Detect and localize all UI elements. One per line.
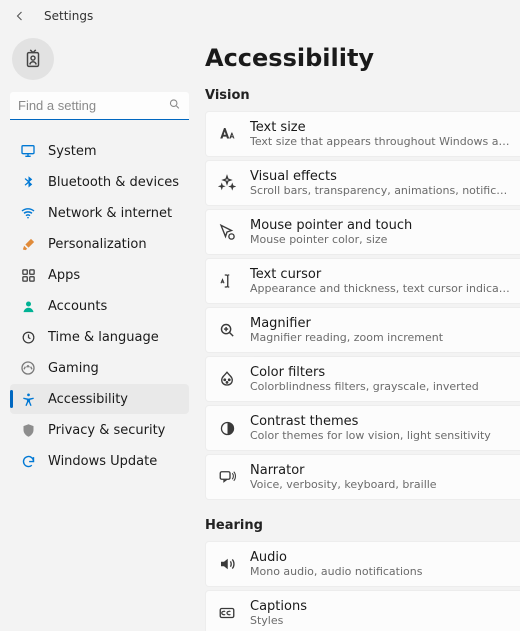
sidebar-item-network[interactable]: Network & internet: [10, 198, 189, 228]
sidebar-item-accounts[interactable]: Accounts: [10, 291, 189, 321]
sidebar-item-label: Accessibility: [48, 392, 128, 407]
section-label-vision: Vision: [205, 88, 520, 103]
visual-effects-icon: [218, 174, 236, 192]
sidebar-item-label: Network & internet: [48, 206, 172, 221]
card-subtitle: Styles: [250, 614, 307, 627]
card-narrator[interactable]: Narrator Voice, verbosity, keyboard, bra…: [205, 454, 520, 500]
card-title: Contrast themes: [250, 414, 491, 430]
search-box[interactable]: [10, 92, 189, 120]
narrator-icon: [218, 468, 236, 486]
mouse-pointer-icon: [218, 223, 236, 241]
card-visual-effects[interactable]: Visual effects Scroll bars, transparency…: [205, 160, 520, 206]
card-title: Color filters: [250, 365, 479, 381]
window-title: Settings: [44, 9, 93, 23]
sidebar-item-privacy[interactable]: Privacy & security: [10, 415, 189, 445]
titlebar: Settings: [0, 0, 520, 32]
card-subtitle: Magnifier reading, zoom increment: [250, 331, 443, 344]
sidebar-item-label: Privacy & security: [48, 423, 165, 438]
system-icon: [20, 143, 36, 159]
card-subtitle: Mouse pointer color, size: [250, 233, 412, 246]
text-cursor-icon: [218, 272, 236, 290]
card-title: Visual effects: [250, 169, 510, 185]
sidebar-item-bluetooth[interactable]: Bluetooth & devices: [10, 167, 189, 197]
sidebar-item-windows-update[interactable]: Windows Update: [10, 446, 189, 476]
sidebar-item-system[interactable]: System: [10, 136, 189, 166]
sidebar: System Bluetooth & devices Network & int…: [0, 32, 195, 631]
captions-icon: [218, 604, 236, 622]
page-title: Accessibility: [205, 44, 520, 72]
accessibility-icon: [20, 391, 36, 407]
sidebar-item-apps[interactable]: Apps: [10, 260, 189, 290]
card-captions[interactable]: Captions Styles: [205, 590, 520, 631]
card-audio[interactable]: Audio Mono audio, audio notifications: [205, 541, 520, 587]
back-arrow-icon: [14, 10, 26, 22]
card-mouse-pointer[interactable]: Mouse pointer and touch Mouse pointer co…: [205, 209, 520, 255]
text-size-icon: [218, 125, 236, 143]
search-input[interactable]: [10, 92, 189, 120]
section-label-hearing: Hearing: [205, 518, 520, 533]
contrast-icon: [218, 419, 236, 437]
card-title: Narrator: [250, 463, 437, 479]
sidebar-item-label: Gaming: [48, 361, 99, 376]
sidebar-item-label: Personalization: [48, 237, 147, 252]
sidebar-item-time-language[interactable]: Time & language: [10, 322, 189, 352]
paintbrush-icon: [20, 236, 36, 252]
back-button[interactable]: [8, 4, 32, 28]
card-text-cursor[interactable]: Text cursor Appearance and thickness, te…: [205, 258, 520, 304]
sidebar-item-label: Bluetooth & devices: [48, 175, 179, 190]
card-color-filters[interactable]: Color filters Colorblindness filters, gr…: [205, 356, 520, 402]
color-filters-icon: [218, 370, 236, 388]
sidebar-item-label: System: [48, 144, 96, 159]
update-icon: [20, 453, 36, 469]
gaming-icon: [20, 360, 36, 376]
sidebar-item-gaming[interactable]: Gaming: [10, 353, 189, 383]
card-subtitle: Appearance and thickness, text cursor in…: [250, 282, 510, 295]
wifi-icon: [20, 205, 36, 221]
card-title: Mouse pointer and touch: [250, 218, 412, 234]
apps-icon: [20, 267, 36, 283]
cards-vision: Text size Text size that appears through…: [205, 111, 520, 500]
card-title: Captions: [250, 599, 307, 615]
card-subtitle: Voice, verbosity, keyboard, braille: [250, 478, 437, 491]
card-subtitle: Scroll bars, transparency, animations, n…: [250, 184, 510, 197]
shield-icon: [20, 422, 36, 438]
avatar-icon: [22, 48, 44, 70]
card-contrast-themes[interactable]: Contrast themes Color themes for low vis…: [205, 405, 520, 451]
card-title: Text cursor: [250, 267, 510, 283]
sidebar-item-personalization[interactable]: Personalization: [10, 229, 189, 259]
nav: System Bluetooth & devices Network & int…: [10, 136, 189, 476]
audio-icon: [218, 555, 236, 573]
content: Accessibility Vision Text size Text size…: [195, 32, 520, 631]
sidebar-item-label: Accounts: [48, 299, 107, 314]
card-subtitle: Mono audio, audio notifications: [250, 565, 422, 578]
accounts-icon: [20, 298, 36, 314]
card-magnifier[interactable]: Magnifier Magnifier reading, zoom increm…: [205, 307, 520, 353]
card-subtitle: Color themes for low vision, light sensi…: [250, 429, 491, 442]
sidebar-item-label: Windows Update: [48, 454, 157, 469]
sidebar-item-label: Apps: [48, 268, 80, 283]
card-subtitle: Colorblindness filters, grayscale, inver…: [250, 380, 479, 393]
card-subtitle: Text size that appears throughout Window…: [250, 135, 510, 148]
clock-globe-icon: [20, 329, 36, 345]
card-title: Audio: [250, 550, 422, 566]
card-title: Text size: [250, 120, 510, 136]
avatar[interactable]: [12, 38, 54, 80]
magnifier-icon: [218, 321, 236, 339]
card-title: Magnifier: [250, 316, 443, 332]
cards-hearing: Audio Mono audio, audio notifications Ca…: [205, 541, 520, 631]
bluetooth-icon: [20, 174, 36, 190]
sidebar-item-accessibility[interactable]: Accessibility: [10, 384, 189, 414]
sidebar-item-label: Time & language: [48, 330, 159, 345]
card-text-size[interactable]: Text size Text size that appears through…: [205, 111, 520, 157]
